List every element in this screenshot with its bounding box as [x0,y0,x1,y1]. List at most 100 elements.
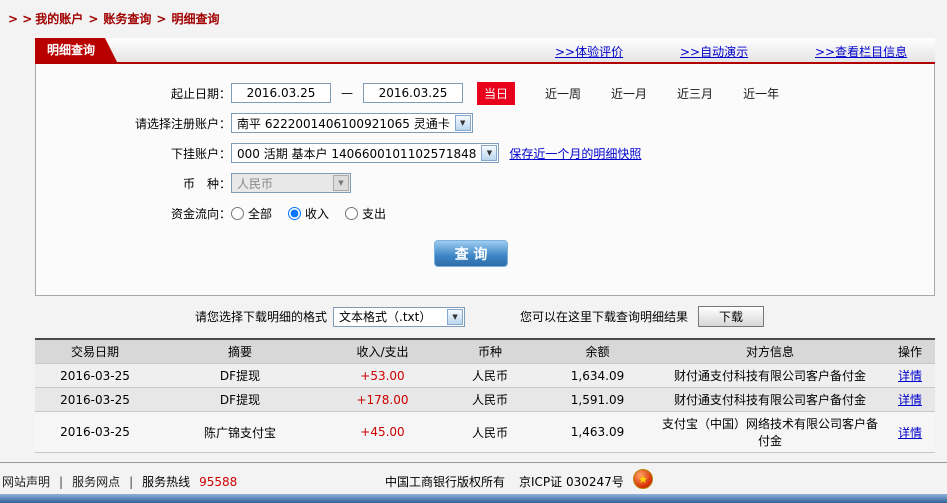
col-header-action: 操作 [897,345,922,359]
date-to-input[interactable] [363,83,463,103]
chevron-down-icon[interactable]: ▼ [481,145,498,161]
date-range-row: 起止日期： — 当日 近一周 近一月 近三月 近一年 [36,81,934,105]
download-format-value: 文本格式（.txt） [339,310,432,324]
download-format-select[interactable]: 文本格式（.txt） ▼ [333,306,466,327]
chevron-down-icon[interactable]: ▼ [447,308,464,325]
currency-select: 人民币 ▼ [231,173,351,193]
date-from-input[interactable] [231,83,331,103]
fund-flow-label: 资金流向： [170,206,231,221]
tab-label: 明细查询 [47,43,96,57]
download-row: 请您选择下载明细的格式 文本格式（.txt） ▼ 您可以在这里下载查询明细结果 … [35,306,935,327]
breadcrumb-separator: > [88,12,99,26]
currency-value: 人民币 [237,176,274,191]
panel-header: 明细查询 >>体验评价 >>自动演示 >>查看栏目信息 [35,38,935,64]
breadcrumb-prefix: > > [8,12,33,26]
currency-row: 币 种： 人民币 ▼ [36,172,934,194]
flow-option-all[interactable]: 全部 [231,205,272,222]
hotline-number: 95588 [199,474,238,489]
experience-review-link[interactable]: >>体验评价 [555,43,623,60]
cell-balance: 1,634.09 [570,368,625,383]
quick-link-last-week[interactable]: 近一周 [545,85,581,102]
flow-option-expense-label: 支出 [362,206,387,221]
quick-link-last-3-months[interactable]: 近三月 [677,85,713,102]
sub-account-value: 000 活期 基本户 1406600101102571848 [237,146,477,161]
footer-links: 网站声明 | 服务网点 | 服务热线 95588 [2,473,237,490]
breadcrumb-item-detail-query[interactable]: 明细查询 [171,12,219,26]
col-header-balance: 余额 [585,345,610,359]
quick-link-last-year[interactable]: 近一年 [743,85,779,102]
results-table: 交易日期 摘要 收入/支出 币种 余额 对方信息 操作 2016-03-25 D… [35,338,935,453]
sub-account-row: 下挂账户： 000 活期 基本户 1406600101102571848 ▼ 保… [36,142,934,164]
icp-text: 京ICP证 030247号 [519,475,624,489]
chevron-down-icon: ▼ [333,175,349,191]
table-row: 2016-03-25 陈广锦支付宝 +45.00 人民币 1,463.09 支付… [35,412,935,453]
cell-counterparty: 财付通支付科技有限公司客户备付金 [673,369,866,383]
cell-amount: +178.00 [356,392,409,407]
save-snapshot-link[interactable]: 保存近一个月的明细快照 [509,145,641,162]
download-format-label: 请您选择下载明细的格式 [195,310,328,324]
registered-account-select[interactable]: 南平 6222001406100921065 灵通卡 ▼ [231,113,473,133]
flow-radio-expense[interactable] [345,206,359,220]
detail-link[interactable]: 详情 [885,424,935,441]
breadcrumb: > > 我的账户 > 账务查询 > 明细查询 [8,10,222,27]
detail-link[interactable]: 详情 [885,367,935,384]
flow-option-income-label: 收入 [305,206,330,221]
sub-account-label: 下挂账户： [170,146,231,161]
cell-date: 2016-03-25 [60,368,130,383]
service-outlets-link[interactable]: 服务网点 [72,473,120,490]
detail-link[interactable]: 详情 [885,391,935,408]
table-row: 2016-03-25 DF提现 +53.00 人民币 1,634.09 财付通支… [35,364,935,388]
registered-account-value: 南平 6222001406100921065 灵通卡 [237,116,450,131]
flow-radio-income[interactable] [288,206,302,220]
footer: 网站声明 | 服务网点 | 服务热线 95588 中国工商银行版权所有 京ICP… [0,462,947,495]
quick-link-last-month[interactable]: 近一月 [611,85,647,102]
date-range-dash: — [341,86,353,100]
cell-summary: DF提现 [219,369,261,383]
flow-radio-all[interactable] [231,206,244,220]
today-button[interactable]: 当日 [477,81,516,105]
footer-separator: | [59,474,64,489]
cell-balance: 1,591.09 [570,392,625,407]
cell-summary: 陈广锦支付宝 [203,425,276,440]
cell-date: 2016-03-25 [60,392,130,407]
hotline-label: 服务热线 [142,475,191,489]
cell-counterparty: 支付宝（中国）网络技术有限公司客户备付金 [661,417,878,448]
copyright-text: 中国工商银行版权所有 [385,475,506,489]
cell-currency: 人民币 [471,425,508,440]
col-header-date: 交易日期 [70,345,119,359]
col-header-amount: 收入/支出 [356,345,409,359]
registered-account-label: 请选择注册账户： [134,116,231,131]
flow-option-income[interactable]: 收入 [288,205,329,222]
bottom-blue-bar [0,494,947,503]
query-form: 起止日期： — 当日 近一周 近一月 近三月 近一年 请选择注册账户： 南平 6… [35,64,935,296]
breadcrumb-item-account-query[interactable]: 账务查询 [103,12,151,26]
sub-account-select[interactable]: 000 活期 基本户 1406600101102571848 ▼ [231,143,500,163]
table-header-row: 交易日期 摘要 收入/支出 币种 余额 对方信息 操作 [35,340,935,364]
page: > > 我的账户 > 账务查询 > 明细查询 明细查询 >>体验评价 >>自动演示 >>查… [0,0,947,503]
tab-detail-query[interactable]: 明细查询 [35,38,117,62]
cell-counterparty: 财付通支付科技有限公司客户备付金 [673,393,866,407]
date-range-label: 起止日期： [170,86,231,101]
breadcrumb-item-my-account[interactable]: 我的账户 [35,12,83,26]
footer-separator: | [129,474,134,489]
currency-label: 币 种： [182,176,231,191]
cell-currency: 人民币 [471,369,508,383]
cell-date: 2016-03-25 [60,425,130,439]
chevron-down-icon[interactable]: ▼ [454,115,471,131]
download-result-label: 您可以在这里下载查询明细结果 [520,310,689,324]
column-info-link[interactable]: >>查看栏目信息 [815,43,907,60]
site-statement-link[interactable]: 网站声明 [2,473,50,490]
cell-amount: +45.00 [360,425,405,439]
query-button[interactable]: 查 询 [434,240,508,267]
flow-option-expense[interactable]: 支出 [345,205,386,222]
cell-currency: 人民币 [471,393,508,407]
flow-option-all-label: 全部 [248,206,273,221]
footer-copyright: 中国工商银行版权所有 京ICP证 030247号 [385,473,624,490]
download-button[interactable]: 下载 [698,306,765,327]
table-row: 2016-03-25 DF提现 +178.00 人民币 1,591.09 财付通… [35,388,935,412]
col-header-counterparty: 对方信息 [745,345,794,359]
cell-balance: 1,463.09 [570,425,625,439]
breadcrumb-separator: > [156,12,167,26]
auto-demo-link[interactable]: >>自动演示 [680,43,748,60]
emblem-icon[interactable]: ★ [633,469,653,489]
